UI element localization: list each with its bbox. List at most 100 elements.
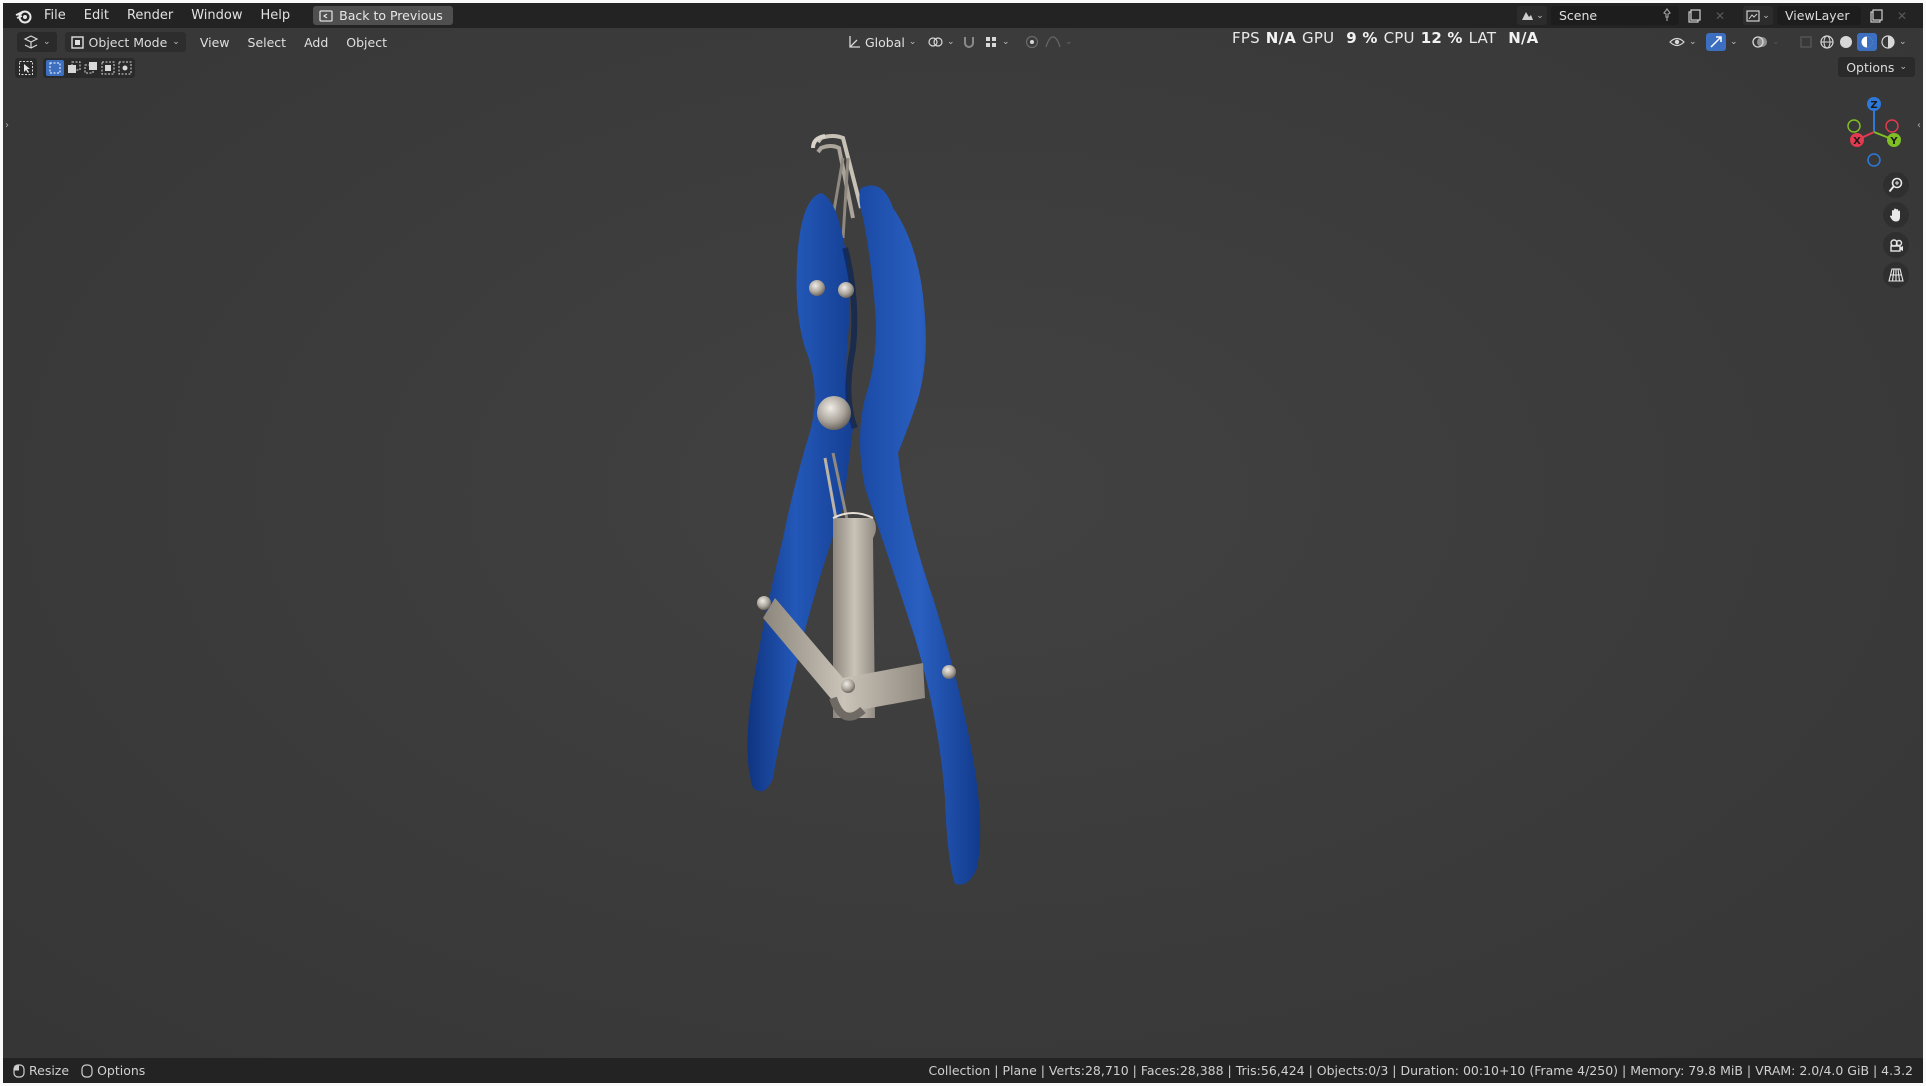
camera-view-button[interactable]: [1883, 232, 1909, 258]
material-preview-shading-button[interactable]: [1857, 33, 1877, 51]
pivot-icon: [928, 37, 943, 47]
gizmo-toggle[interactable]: ⌄: [1700, 32, 1744, 52]
new-view-layer-icon[interactable]: [1865, 6, 1887, 25]
blender-logo-icon[interactable]: [13, 7, 35, 25]
gizmo-z-label: Z: [1870, 100, 1877, 111]
scene-statistics: Collection | Plane | Verts:28,710 | Face…: [928, 1063, 1914, 1078]
status-hints: Resize Options: [13, 1063, 153, 1078]
sidebar-expand-arrow[interactable]: ‹: [1917, 120, 1921, 131]
gpu-label: GPU: [1302, 29, 1335, 47]
fps-value: N/A: [1265, 29, 1297, 47]
zoom-icon: [1888, 177, 1903, 193]
editor-type-dropdown[interactable]: ⌄: [17, 32, 57, 52]
selection-subtract-icon[interactable]: [84, 61, 98, 75]
xray-icon: [1800, 36, 1812, 48]
back-to-previous-label: Back to Previous: [339, 8, 443, 23]
menu-file[interactable]: File: [35, 3, 75, 28]
magnet-icon: [964, 37, 974, 48]
navigation-gizmo[interactable]: Z Y X: [1834, 90, 1914, 170]
toolbar-expand-arrow[interactable]: ›: [5, 120, 9, 131]
object-mode-icon: [70, 35, 84, 49]
selection-intersect-icon[interactable]: [118, 61, 132, 75]
overlays-icon: [1752, 36, 1767, 48]
selection-extend-icon[interactable]: [67, 61, 81, 75]
object-mode-dropdown[interactable]: Object Mode ⌄: [64, 32, 186, 52]
gizmo-neg-y: [1847, 119, 1861, 133]
performance-overlay: FPS N/A GPU 9 % CPU 12 % LAT N/A: [1232, 29, 1538, 47]
scene-name-field[interactable]: Scene: [1551, 6, 1679, 25]
gizmo-y-label: Y: [1889, 136, 1898, 147]
transform-orientation-dropdown[interactable]: Global ⌄: [841, 32, 922, 52]
rivet-right-top: [838, 282, 854, 298]
overlays-toggle[interactable]: ⌄: [1746, 32, 1786, 52]
mouse-left-icon: [13, 1063, 25, 1078]
scene-controls: ⌄ Scene ✕ ⌄ ViewLayer ✕: [1517, 3, 1913, 28]
menu-help[interactable]: Help: [252, 3, 300, 28]
view-layer-dropdown[interactable]: ⌄: [1743, 6, 1773, 25]
tool-settings-row: [15, 58, 135, 78]
solid-shading-icon[interactable]: [1838, 34, 1854, 50]
orientation-icon: [849, 36, 860, 48]
fps-label: FPS: [1232, 29, 1260, 47]
3d-viewport[interactable]: ⌄ Object Mode ⌄ View Select Add Object G…: [3, 28, 1923, 1058]
lat-label: LAT: [1468, 29, 1497, 47]
perspective-toggle-button[interactable]: [1883, 262, 1909, 288]
status-bar: Resize Options Collection | Plane | Vert…: [3, 1058, 1923, 1083]
material-preview-icon: [1861, 36, 1873, 48]
viewport-header: ⌄ Object Mode ⌄ View Select Add Object G…: [3, 28, 1923, 56]
scene-type-dropdown[interactable]: ⌄: [1517, 6, 1547, 25]
zoom-button[interactable]: [1883, 172, 1909, 198]
object-mode-label: Object Mode: [88, 34, 168, 50]
pliers-model[interactable]: [693, 98, 1093, 1028]
lat-value: N/A: [1508, 29, 1539, 47]
selection-mode-new-button[interactable]: [46, 60, 64, 76]
falloff-dropdown[interactable]: ⌄: [1039, 32, 1079, 52]
menu-render[interactable]: Render: [118, 3, 182, 28]
pan-button[interactable]: [1883, 202, 1909, 228]
menu-add[interactable]: Add: [298, 32, 334, 52]
options-dropdown[interactable]: Options ⌄: [1838, 57, 1915, 77]
camera-icon: [1890, 239, 1903, 252]
view-layer-icon: [1746, 9, 1760, 22]
rendered-shading-icon[interactable]: [1880, 34, 1896, 50]
menu-view[interactable]: View: [194, 32, 236, 52]
back-to-previous-button[interactable]: Back to Previous: [313, 6, 453, 25]
delete-view-layer-icon[interactable]: ✕: [1891, 6, 1913, 25]
transform-orientation-label: Global: [865, 34, 905, 50]
rivet-left-bottom: [757, 596, 771, 610]
right-handle: [859, 185, 981, 885]
menu-object[interactable]: Object: [340, 32, 393, 52]
view-layer-name: ViewLayer: [1785, 8, 1850, 23]
wireframe-shading-icon[interactable]: [1819, 34, 1835, 50]
selection-mode-group: [43, 58, 135, 78]
gpu-value: 9 %: [1346, 29, 1378, 47]
visibility-dropdown[interactable]: ⌄: [1663, 32, 1703, 52]
xray-toggle[interactable]: [1793, 32, 1819, 52]
options-label: Options: [1846, 59, 1895, 75]
selection-invert-icon[interactable]: [101, 61, 115, 75]
rivet-linkage: [841, 679, 855, 693]
view-layer-field[interactable]: ViewLayer: [1777, 6, 1861, 25]
pivot-rivet: [817, 396, 851, 430]
menu-window[interactable]: Window: [182, 3, 251, 28]
cpu-value: 12 %: [1420, 29, 1463, 47]
proportional-edit-icon: [1025, 35, 1039, 49]
scene-name: Scene: [1559, 8, 1598, 23]
rivet-left-top: [809, 280, 825, 296]
menu-select[interactable]: Select: [242, 32, 293, 52]
top-menu-bar: File Edit Render Window Help Back to Pre…: [3, 3, 1923, 28]
selection-new-icon: [49, 62, 61, 74]
snap-target-dropdown[interactable]: ⌄: [978, 32, 1016, 52]
scene-icon: [1522, 11, 1534, 20]
active-tool-button[interactable]: [15, 58, 37, 78]
new-scene-icon[interactable]: [1683, 6, 1705, 25]
pin-icon[interactable]: [1661, 8, 1673, 22]
grid-perspective-icon: [1888, 268, 1904, 282]
gizmo-neg-x: [1885, 119, 1899, 133]
delete-scene-icon[interactable]: ✕: [1709, 6, 1731, 25]
pivot-point-dropdown[interactable]: ⌄: [921, 32, 961, 52]
menu-edit[interactable]: Edit: [75, 3, 118, 28]
options-hint: Options: [97, 1063, 146, 1078]
screen-back-icon: [319, 9, 333, 22]
gizmo-neg-z: [1867, 153, 1881, 167]
